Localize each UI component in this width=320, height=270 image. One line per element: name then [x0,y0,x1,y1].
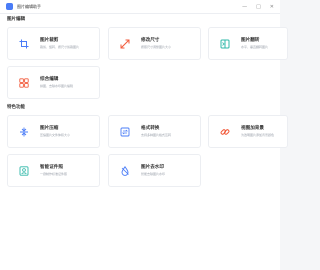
card-id-photo[interactable]: 智能证件照 一键制作标准证件照 [7,154,100,187]
card-desc: 拼图、去除水印图片编辑 [40,84,74,88]
card-multi-edit[interactable]: 综合编辑 拼图、去除水印图片编辑 [7,66,100,99]
card-add-background[interactable]: 视图加背景 为透明图片添加背景颜色 [208,115,288,148]
card-desc: 按照尺寸调整图片大小 [141,45,172,49]
close-button[interactable]: ✕ [270,4,274,10]
section-title-edit: 图片编辑 [7,17,25,22]
card-desc: 为透明图片添加背景颜色 [241,133,275,137]
link-icon [218,125,232,139]
card-title: 视图加背景 [241,126,264,131]
multi-edit-icon [17,76,31,90]
card-desc: 支持多种图片格式互转 [141,133,172,137]
title-bar: 图片编辑助手 — □ ✕ [0,0,280,14]
flip-icon [218,37,232,51]
card-title: 智能证件照 [40,165,63,170]
card-remove-watermark[interactable]: 图片去水印 智能去除图片水印 [108,154,201,187]
card-desc: 智能去除图片水印 [141,172,166,176]
section-title-features: 特色功能 [7,105,25,110]
card-desc: 水平、垂直翻转图片 [241,45,269,49]
card-resize[interactable]: 修改尺寸 按照尺寸调整图片大小 [108,27,201,60]
card-desc: 压缩图片文件体积大小 [40,133,71,137]
card-title: 图片裁剪 [40,38,59,43]
resize-icon [118,37,132,51]
card-title: 图片去水印 [141,165,164,170]
app-logo [6,3,13,10]
id-photo-icon [17,164,31,178]
main-content: 图片编辑 图片裁剪 裁剪、旋转、按尺寸剪裁图片 修改尺寸 按照尺寸调整图片大小 … [0,14,288,270]
card-title: 图片翻转 [241,38,260,43]
card-desc: 裁剪、旋转、按尺寸剪裁图片 [40,45,80,49]
card-title: 格式转换 [141,126,160,131]
minimize-button[interactable]: — [242,4,247,10]
card-flip[interactable]: 图片翻转 水平、垂直翻转图片 [208,27,288,60]
watermark-icon [118,164,132,178]
window-controls: — □ ✕ [242,0,274,14]
compress-icon [17,125,31,139]
card-desc: 一键制作标准证件照 [40,172,68,176]
convert-icon [118,125,132,139]
window-title: 图片编辑助手 [17,3,41,9]
maximize-button[interactable]: □ [256,4,261,10]
card-crop[interactable]: 图片裁剪 裁剪、旋转、按尺寸剪裁图片 [7,27,100,60]
card-title: 图片压缩 [40,126,59,131]
crop-icon [17,37,31,51]
card-compress[interactable]: 图片压缩 压缩图片文件体积大小 [7,115,100,148]
card-title: 综合编辑 [40,77,59,82]
card-convert[interactable]: 格式转换 支持多种图片格式互转 [108,115,201,148]
card-title: 修改尺寸 [141,38,160,43]
